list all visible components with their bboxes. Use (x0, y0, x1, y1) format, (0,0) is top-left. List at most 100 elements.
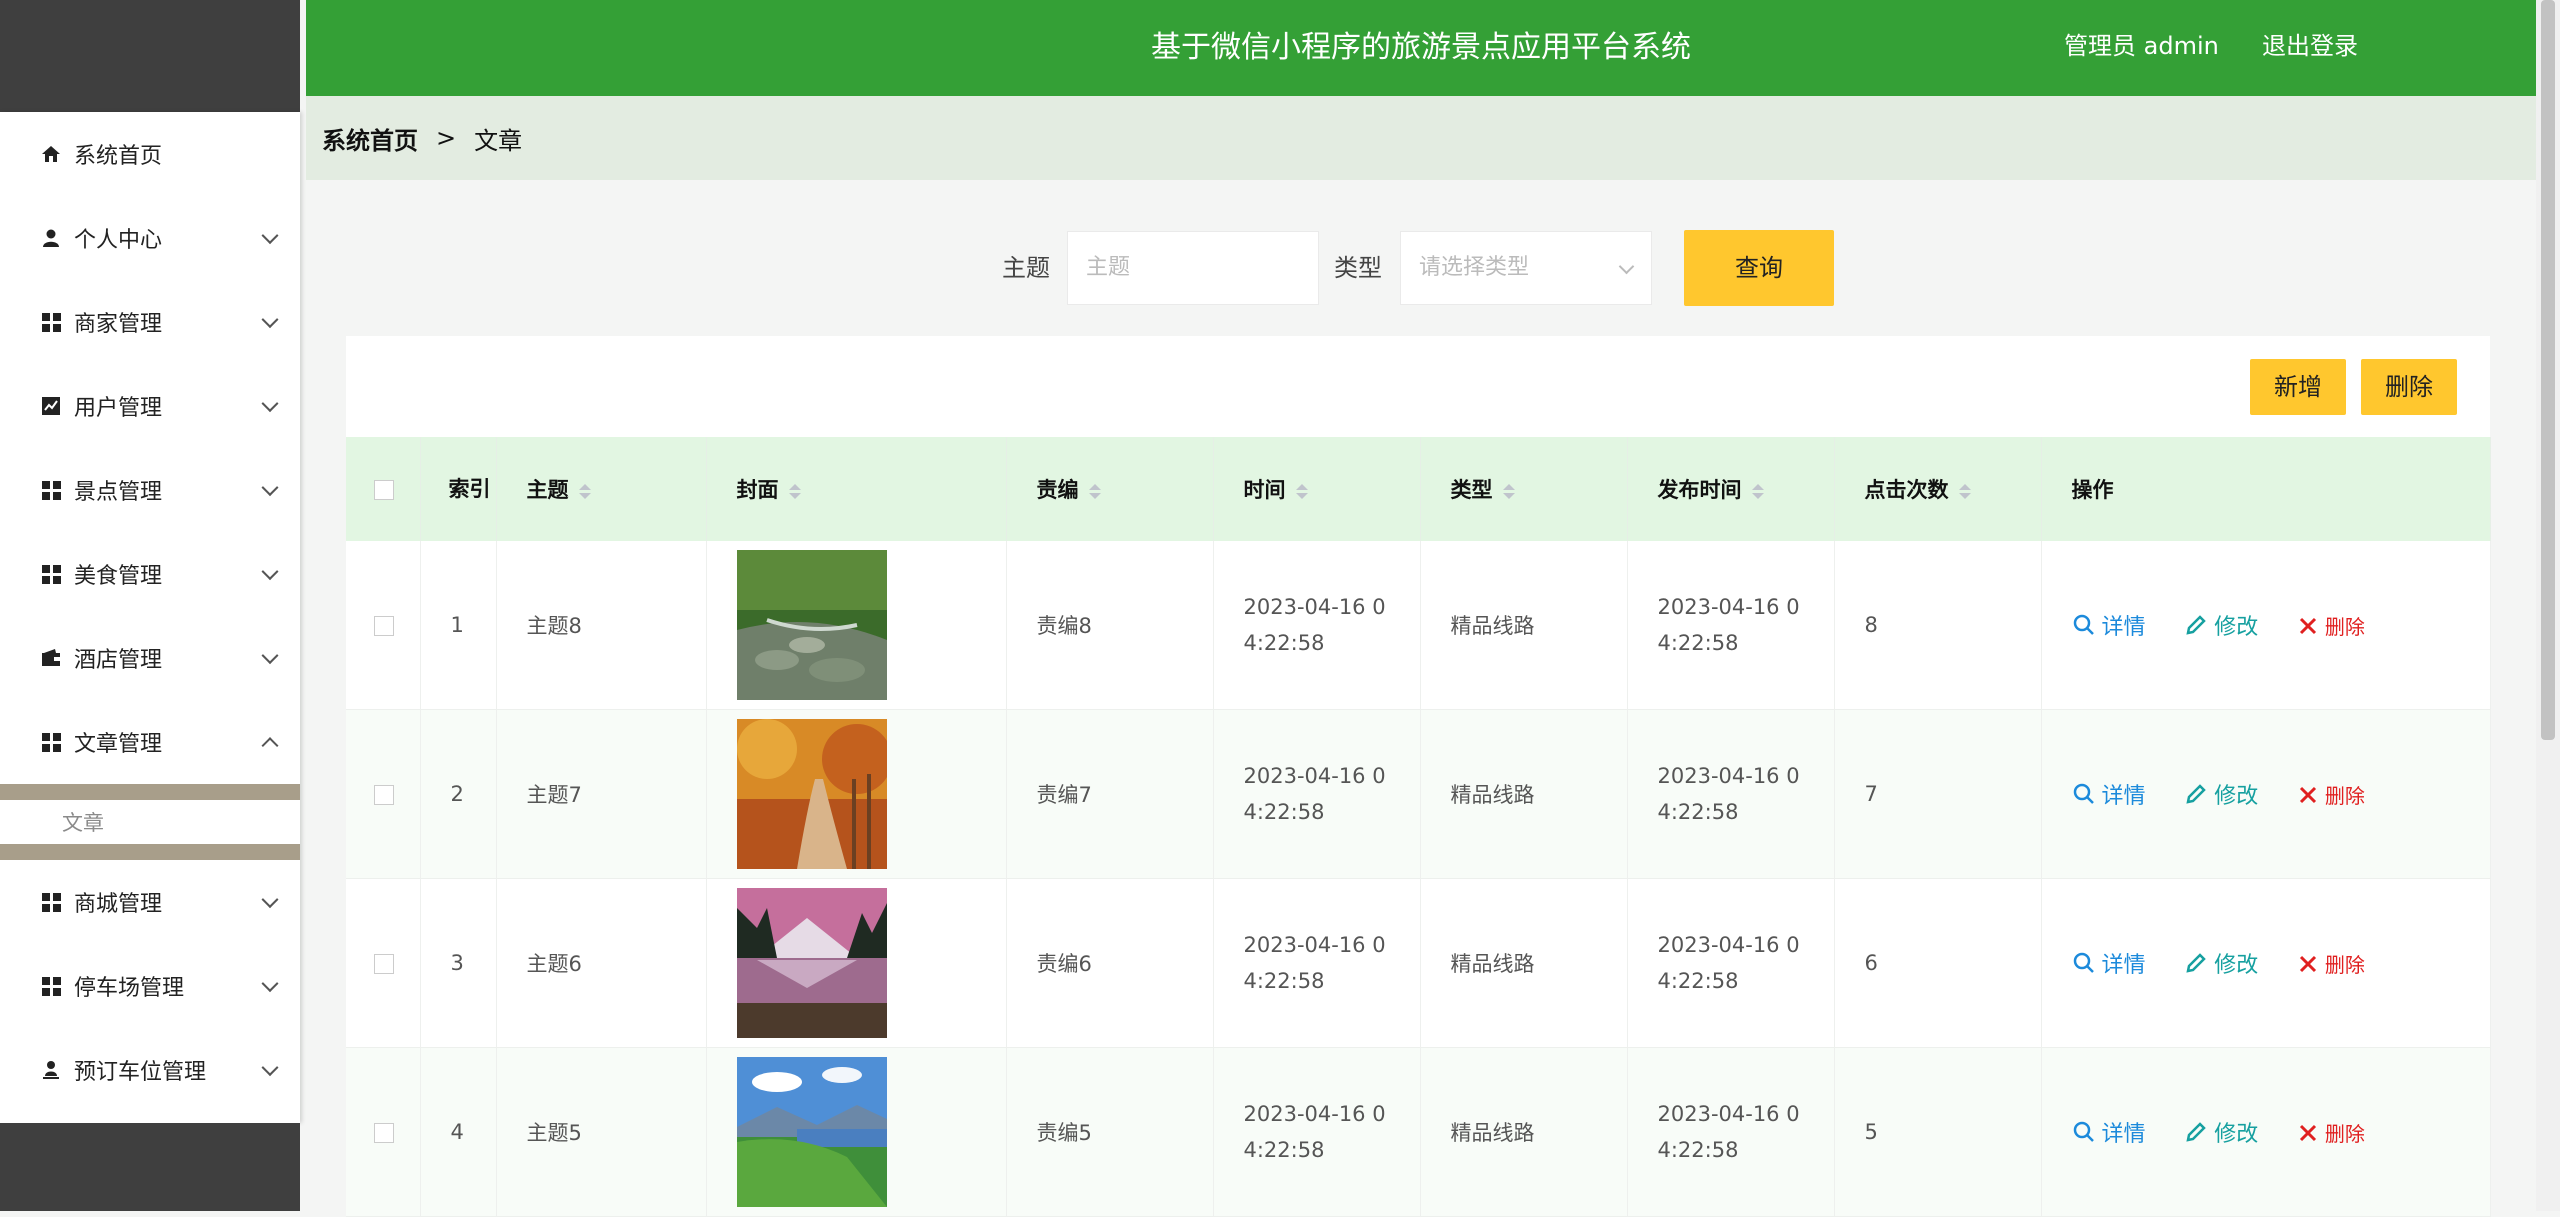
grid-icon (40, 975, 62, 997)
sidebar-item-home[interactable]: 系统首页 (0, 112, 300, 196)
sidebar-item-hotel[interactable]: 酒店管理 (0, 616, 300, 700)
cover-image-autumn-path[interactable] (736, 719, 887, 869)
col-clicks[interactable]: 点击次数 (1834, 437, 2042, 541)
cell-index: 2 (420, 709, 497, 879)
row-delete-button[interactable]: 删除 (2297, 780, 2365, 809)
grid-icon (40, 891, 62, 913)
cover-image-green-hills[interactable] (736, 1057, 887, 1207)
cell-time: 2023-04-16 0 4:22:58 (1213, 878, 1421, 1048)
chevron-down-icon (261, 395, 279, 413)
row-checkbox[interactable] (374, 616, 394, 636)
cell-time: 2023-04-16 0 4:22:58 (1213, 1047, 1421, 1217)
chevron-down-icon (261, 563, 279, 581)
sidebar-item-label: 商家管理 (74, 312, 163, 337)
pub-part-2: 4:22:58 (1657, 800, 1739, 824)
delete-button[interactable]: 删除 (2361, 359, 2457, 415)
type-select[interactable]: 请选择类型 (1400, 231, 1652, 305)
table-row: 2 主题7 责编7 2023-04-16 0 4:22:58 精品线路 2023-… (346, 709, 2491, 879)
edit-button[interactable]: 修改 (2184, 947, 2258, 979)
sidebar-item-merchant[interactable]: 商家管理 (0, 280, 300, 364)
add-button[interactable]: 新增 (2250, 359, 2346, 415)
time-part-1: 2023-04-16 0 (1243, 764, 1386, 788)
row-delete-button[interactable]: 删除 (2297, 1118, 2365, 1147)
detail-button[interactable]: 详情 (2072, 609, 2146, 641)
col-index: 索引 (420, 437, 497, 541)
row-delete-button[interactable]: 删除 (2297, 611, 2365, 640)
sort-icon[interactable] (1295, 483, 1308, 499)
query-button[interactable]: 查询 (1684, 230, 1834, 306)
cell-subject: 主题5 (496, 1047, 707, 1217)
sort-icon[interactable] (1751, 483, 1764, 499)
chevron-down-icon (261, 227, 279, 245)
pub-part-2: 4:22:58 (1657, 1138, 1739, 1162)
edit-button[interactable]: 修改 (2184, 1116, 2258, 1148)
row-checkbox-cell[interactable] (346, 1047, 421, 1217)
sidebar-item-label: 预订车位管理 (74, 1060, 207, 1085)
col-clicks-label: 点击次数 (1864, 478, 1949, 502)
sidebar-item-personal-center[interactable]: 个人中心 (0, 196, 300, 280)
close-icon (2299, 786, 2316, 803)
cell-subject: 主题8 (496, 541, 707, 710)
edit-button[interactable]: 修改 (2184, 609, 2258, 641)
row-checkbox[interactable] (374, 954, 394, 974)
subject-input[interactable]: 主题 (1067, 231, 1319, 305)
detail-button[interactable]: 详情 (2072, 1116, 2146, 1148)
col-editor[interactable]: 责编 (1006, 437, 1214, 541)
row-checkbox[interactable] (374, 785, 394, 805)
logout-link[interactable]: 退出登录 (2262, 0, 2358, 92)
select-all-checkbox[interactable] (374, 480, 394, 500)
select-all-cell[interactable] (346, 437, 421, 541)
grid-icon (40, 311, 62, 333)
col-subject-label: 主题 (526, 478, 569, 502)
cell-publish-time: 2023-04-16 0 4:22:58 (1627, 541, 1835, 710)
chevron-up-icon (261, 737, 279, 755)
col-editor-label: 责编 (1036, 478, 1079, 502)
sort-icon[interactable] (1088, 483, 1101, 499)
search-icon (2073, 614, 2094, 635)
cell-cover (706, 709, 1007, 879)
cell-editor: 责编5 (1006, 1047, 1214, 1217)
sidebar-item-parking[interactable]: 停车场管理 (0, 944, 300, 1028)
sidebar-item-label: 美食管理 (74, 564, 163, 589)
scrollbar-thumb[interactable] (2541, 0, 2555, 740)
sort-icon[interactable] (1502, 483, 1515, 499)
sidebar-item-mall[interactable]: 商城管理 (0, 860, 300, 944)
sidebar-item-parking-booking[interactable]: 预订车位管理 (0, 1028, 300, 1112)
row-checkbox-cell[interactable] (346, 709, 421, 879)
cover-image-stream[interactable] (736, 550, 887, 700)
detail-button[interactable]: 详情 (2072, 947, 2146, 979)
row-delete-button[interactable]: 删除 (2297, 949, 2365, 978)
col-type[interactable]: 类型 (1420, 437, 1628, 541)
search-icon (2073, 783, 2094, 804)
col-subject[interactable]: 主题 (496, 437, 707, 541)
cell-type: 精品线路 (1420, 541, 1628, 710)
sidebar-item-users[interactable]: 用户管理 (0, 364, 300, 448)
row-checkbox[interactable] (374, 1123, 394, 1143)
sort-icon[interactable] (578, 483, 591, 499)
cell-publish-time: 2023-04-16 0 4:22:58 (1627, 709, 1835, 879)
sidebar-subitem-article[interactable]: 文章 (0, 800, 300, 844)
breadcrumb-separator: > (436, 124, 457, 152)
breadcrumb-current: 文章 (474, 126, 523, 155)
cover-image-mountain-lake[interactable] (736, 888, 887, 1038)
admin-user-label: 管理员 admin (2064, 32, 2219, 60)
sort-icon[interactable] (788, 483, 801, 499)
pub-part-2: 4:22:58 (1657, 631, 1739, 655)
sidebar-item-food[interactable]: 美食管理 (0, 532, 300, 616)
col-time[interactable]: 时间 (1213, 437, 1421, 541)
sort-icon[interactable] (1958, 483, 1971, 499)
cell-clicks: 8 (1834, 541, 2042, 710)
breadcrumb-home[interactable]: 系统首页 (322, 121, 418, 156)
row-checkbox-cell[interactable] (346, 878, 421, 1048)
col-publish-time[interactable]: 发布时间 (1627, 437, 1835, 541)
col-cover[interactable]: 封面 (706, 437, 1007, 541)
row-checkbox-cell[interactable] (346, 541, 421, 710)
sidebar-item-articles[interactable]: 文章管理 (0, 700, 300, 784)
sidebar-footer (0, 1123, 300, 1211)
sidebar-item-attractions[interactable]: 景点管理 (0, 448, 300, 532)
grid-icon (40, 479, 62, 501)
chevron-down-icon (261, 647, 279, 665)
cell-subject: 主题7 (496, 709, 707, 879)
edit-button[interactable]: 修改 (2184, 778, 2258, 810)
detail-button[interactable]: 详情 (2072, 778, 2146, 810)
